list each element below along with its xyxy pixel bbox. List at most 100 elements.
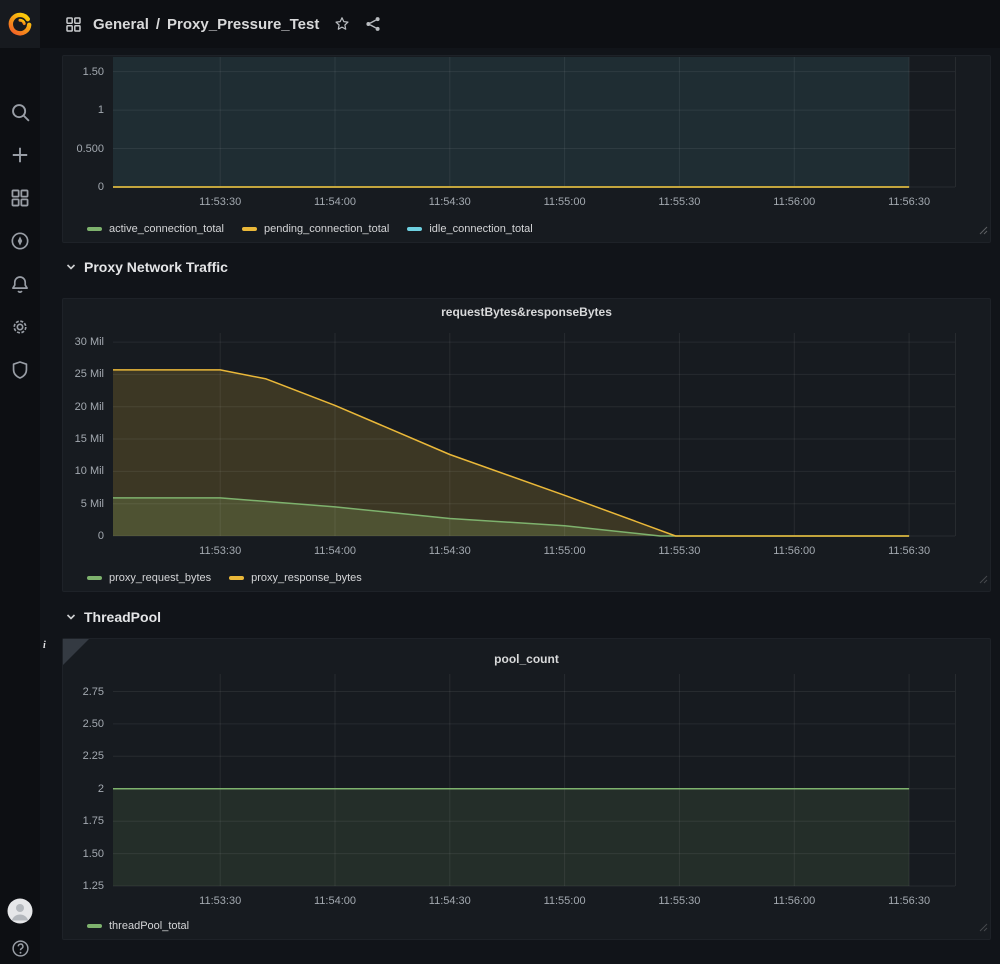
legend-item[interactable]: pending_connection_total [242,223,389,235]
x-axis-tick-label: 11:55:00 [544,895,586,907]
plus-icon [10,145,30,165]
legend-label: proxy_request_bytes [109,572,211,584]
sidebar-item-search[interactable] [8,100,32,124]
x-axis-tick-label: 11:53:30 [199,895,241,907]
star-icon [334,16,350,32]
sidebar [0,48,40,964]
help-button[interactable] [8,936,32,960]
x-axis-tick-label: 11:55:30 [658,895,700,907]
legend: threadPool_total [87,920,189,932]
legend: proxy_request_bytes proxy_response_bytes [87,572,362,584]
y-axis-tick-label: 25 Mil [75,368,104,380]
dashboards-grid-icon[interactable] [65,16,82,33]
dashboard-canvas: 0 0.500 1 1.50 11:53:30 11:54:00 11:54:30 11:55… [40,48,1000,964]
chart-canvas[interactable] [113,674,955,888]
x-axis-tick-label: 11:54:00 [314,196,356,208]
help-question-icon [11,939,30,958]
panel-title[interactable]: requestBytes&responseBytes [63,305,990,319]
share-button[interactable] [365,16,381,32]
x-axis-tick-label: 11:53:30 [199,196,241,208]
dashboards-grid-icon [10,188,30,208]
top-nav: General / Proxy_Pressure_Test [0,0,1000,48]
legend-label: pending_connection_total [264,223,389,235]
y-axis-tick-label: 30 Mil [75,336,104,348]
chart-canvas[interactable] [113,333,955,538]
x-axis-tick-label: 11:53:30 [199,545,241,557]
legend-label: proxy_response_bytes [251,572,362,584]
x-axis-tick-label: 11:55:00 [544,545,586,557]
y-axis-tick-label: 0 [98,181,104,193]
chevron-down-icon [66,262,76,272]
panel-resize-handle[interactable] [979,919,988,937]
legend-item[interactable]: active_connection_total [87,223,224,235]
legend-label: idle_connection_total [429,223,532,235]
chart-canvas[interactable] [113,57,955,189]
x-axis-tick-label: 11:56:00 [773,545,815,557]
x-axis-tick-label: 11:56:00 [773,895,815,907]
legend-item[interactable]: proxy_response_bytes [229,572,362,584]
y-axis-tick-label: 5 Mil [81,498,104,510]
user-profile-button[interactable] [7,898,33,924]
panel-resize-handle[interactable] [979,571,988,589]
favorite-star-button[interactable] [334,16,350,32]
panel-request-response-bytes: requestBytes&responseBytes 05 Mil10 Mil1… [62,298,991,592]
chart-area-bytes[interactable]: 05 Mil10 Mil15 Mil20 Mil25 Mil30 Mil11:5… [113,333,956,536]
y-axis-tick-label: 15 Mil [75,433,104,445]
y-axis-tick-label: 20 Mil [75,401,104,413]
panel-title[interactable]: pool_count [63,652,990,666]
y-axis-tick-label: 1.50 [83,848,104,860]
section-title: Proxy Network Traffic [84,259,228,275]
x-axis-tick-label: 11:54:00 [314,895,356,907]
legend-label: threadPool_total [109,920,189,932]
grafana-logo-button[interactable] [0,0,40,48]
y-axis-tick-label: 10 Mil [75,465,104,477]
legend-item[interactable]: threadPool_total [87,920,189,932]
x-axis-tick-label: 11:55:30 [658,196,700,208]
breadcrumb-separator: / [156,16,160,33]
legend-swatch [87,227,102,231]
y-axis-tick-label: 0.500 [76,143,104,155]
y-axis-tick-label: 1 [98,104,104,116]
sidebar-item-alerting[interactable] [8,272,32,296]
legend-label: active_connection_total [109,223,224,235]
sidebar-item-server-admin[interactable] [8,358,32,382]
x-axis-tick-label: 11:54:30 [429,196,471,208]
legend-item[interactable]: proxy_request_bytes [87,572,211,584]
chart-area-connections[interactable]: 00.50011.5011:53:3011:54:0011:54:3011:55… [113,57,956,187]
breadcrumb: General / Proxy_Pressure_Test [93,16,319,33]
share-icon [365,16,381,32]
compass-icon [10,231,30,251]
legend-item[interactable]: idle_connection_total [407,223,532,235]
panel-resize-handle[interactable] [979,222,988,240]
sidebar-item-explore[interactable] [8,229,32,253]
chart-area-pool[interactable]: 1.251.501.7522.252.502.7511:53:3011:54:0… [113,674,956,886]
legend-swatch [229,576,244,580]
breadcrumb-dashboard-name[interactable]: Proxy_Pressure_Test [167,16,319,33]
y-axis-tick-label: 1.50 [83,66,104,78]
section-header-threadpool[interactable]: ThreadPool [66,609,161,625]
legend: active_connection_total pending_connectio… [87,223,533,235]
section-header-proxy-network-traffic[interactable]: Proxy Network Traffic [66,259,228,275]
sidebar-item-create[interactable] [8,143,32,167]
sidebar-item-configuration[interactable] [8,315,32,339]
section-title: ThreadPool [84,609,161,625]
grafana-logo-icon [7,11,33,37]
y-axis-tick-label: 2 [98,783,104,795]
shield-icon [10,360,30,380]
y-axis-tick-label: 2.25 [83,750,104,762]
gear-icon [10,317,30,337]
legend-swatch [242,227,257,231]
breadcrumb-folder[interactable]: General [93,16,149,33]
x-axis-tick-label: 11:54:30 [429,895,471,907]
x-axis-tick-label: 11:54:00 [314,545,356,557]
sidebar-item-dashboards[interactable] [8,186,32,210]
x-axis-tick-label: 11:56:30 [888,895,930,907]
user-avatar [7,898,33,924]
y-axis-tick-label: 1.25 [83,880,104,892]
x-axis-tick-label: 11:56:30 [888,545,930,557]
y-axis-tick-label: 0 [98,530,104,542]
legend-swatch [87,576,102,580]
x-axis-tick-label: 11:55:30 [658,545,700,557]
y-axis-tick-label: 2.75 [83,686,104,698]
legend-swatch [407,227,422,231]
